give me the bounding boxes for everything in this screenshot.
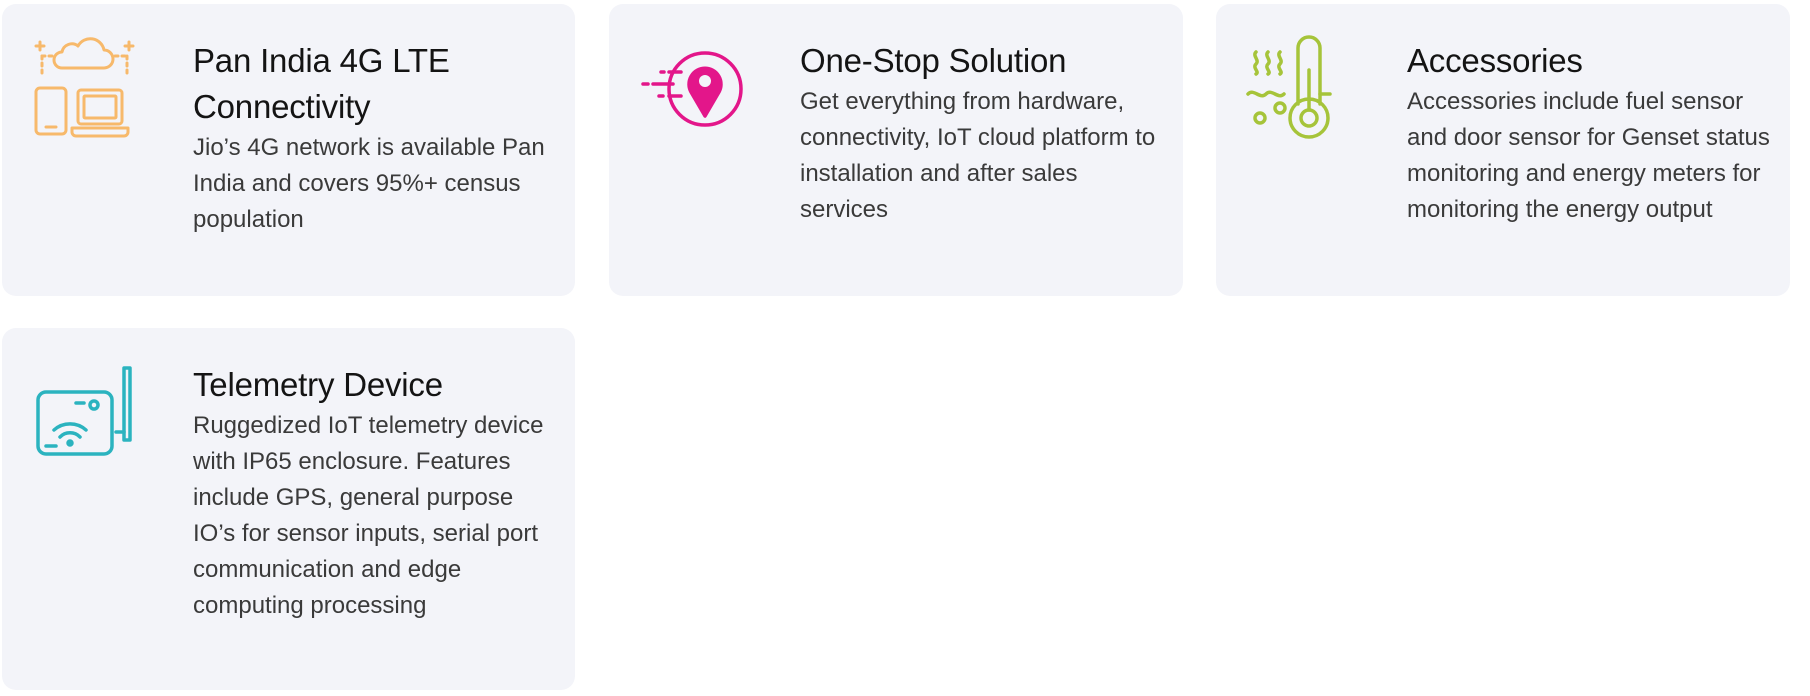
feature-card-telemetry: Telemetry Device Ruggedized IoT telemetr… xyxy=(2,328,575,690)
thermometer-icon xyxy=(1246,34,1351,144)
cloud-devices-icon xyxy=(32,34,137,144)
feature-card-connectivity: Pan India 4G LTE Connectivity Jio’s 4G n… xyxy=(2,4,575,296)
card-description: Ruggedized IoT telemetry device with IP6… xyxy=(193,412,544,619)
location-pin-icon xyxy=(639,34,744,144)
card-title: Pan India 4G LTE Connectivity xyxy=(193,42,450,125)
telemetry-device-icon xyxy=(32,362,137,472)
feature-card-accessories: Accessories Accessories include fuel sen… xyxy=(1216,4,1790,296)
card-description: Get everything from hardware, connectivi… xyxy=(800,88,1156,223)
card-description: Accessories include fuel sensor and door… xyxy=(1407,88,1770,223)
feature-card-one-stop: One-Stop Solution Get everything from ha… xyxy=(609,4,1183,296)
card-title: Accessories xyxy=(1407,42,1583,79)
card-description: Jio’s 4G network is available Pan India … xyxy=(193,134,545,233)
card-title: Telemetry Device xyxy=(193,366,443,403)
card-title: One-Stop Solution xyxy=(800,42,1067,79)
